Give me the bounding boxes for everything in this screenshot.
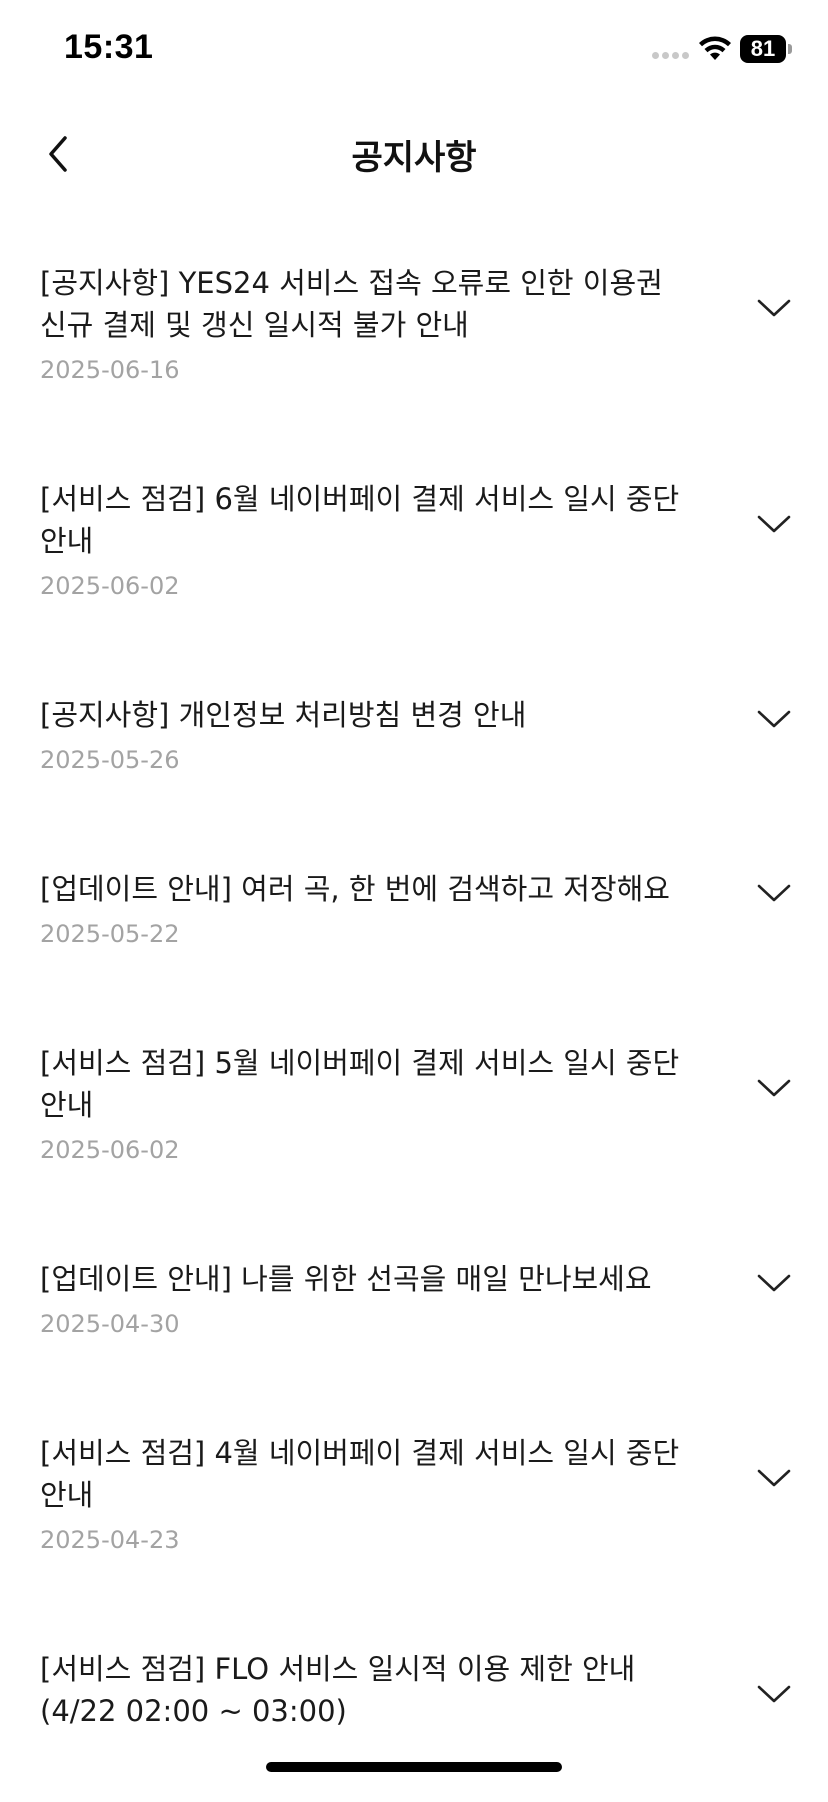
notice-item[interactable]: [업데이트 안내] 나를 위한 선곡을 매일 만나보세요 2025-04-30: [0, 1196, 828, 1370]
chevron-down-icon[interactable]: [756, 1272, 792, 1294]
notice-date: 2025-04-30: [40, 1310, 180, 1338]
notice-title: [서비스 점검] FLO 서비스 일시적 이용 제한 안내 (4/22 02:0…: [40, 1652, 636, 1728]
chevron-down-icon[interactable]: [756, 1467, 792, 1489]
notice-item[interactable]: [서비스 점검] 5월 네이버페이 결제 서비스 일시 중단 안내 2025-0…: [0, 980, 828, 1196]
notice-title: [서비스 점검] 6월 네이버페이 결제 서비스 일시 중단 안내: [40, 482, 680, 558]
chevron-down-icon[interactable]: [756, 513, 792, 535]
notice-date: 2025-05-26: [40, 746, 180, 774]
wifi-icon: [699, 36, 731, 60]
battery-level: 81: [740, 35, 786, 63]
notice-date: 2025-04-23: [40, 1526, 180, 1554]
notice-item[interactable]: [업데이트 안내] 여러 곡, 한 번에 검색하고 저장해요 2025-05-2…: [0, 806, 828, 980]
status-time: 15:31: [64, 28, 154, 66]
notice-title: [서비스 점검] 4월 네이버페이 결제 서비스 일시 중단 안내: [40, 1436, 680, 1512]
notice-title: [공지사항] 개인정보 처리방침 변경 안내: [40, 698, 527, 732]
page-title: 공지사항: [351, 138, 477, 178]
cellular-signal-icon: [652, 52, 689, 59]
notice-title: [업데이트 안내] 여러 곡, 한 번에 검색하고 저장해요: [40, 872, 670, 906]
notice-item[interactable]: [서비스 점검] 6월 네이버페이 결제 서비스 일시 중단 안내 2025-0…: [0, 416, 828, 632]
chevron-down-icon[interactable]: [756, 1077, 792, 1099]
notice-title: [업데이트 안내] 나를 위한 선곡을 매일 만나보세요: [40, 1262, 652, 1296]
notice-date: 2025-06-02: [40, 572, 180, 600]
nav-bar: 공지사항: [0, 110, 828, 200]
notice-list: [공지사항] YES24 서비스 접속 오류로 인한 이용권 신규 결제 및 갱…: [0, 200, 828, 1802]
home-indicator: [266, 1762, 562, 1772]
chevron-down-icon[interactable]: [756, 1683, 792, 1705]
notice-date: 2025-06-02: [40, 1136, 180, 1164]
notice-title: [서비스 점검] 5월 네이버페이 결제 서비스 일시 중단 안내: [40, 1046, 680, 1122]
chevron-down-icon[interactable]: [756, 882, 792, 904]
notice-date: 2025-05-22: [40, 920, 180, 948]
status-bar: 15:31 81: [0, 0, 828, 100]
battery-icon: 81: [740, 35, 792, 63]
notice-title: [공지사항] YES24 서비스 접속 오류로 인한 이용권 신규 결제 및 갱…: [40, 266, 663, 342]
chevron-down-icon[interactable]: [756, 708, 792, 730]
notice-date: 2025-06-16: [40, 356, 180, 384]
notice-item[interactable]: [공지사항] YES24 서비스 접속 오류로 인한 이용권 신규 결제 및 갱…: [0, 200, 828, 416]
notice-item[interactable]: [서비스 점검] 4월 네이버페이 결제 서비스 일시 중단 안내 2025-0…: [0, 1370, 828, 1586]
notice-item[interactable]: [공지사항] 개인정보 처리방침 변경 안내 2025-05-26: [0, 632, 828, 806]
chevron-down-icon[interactable]: [756, 297, 792, 319]
